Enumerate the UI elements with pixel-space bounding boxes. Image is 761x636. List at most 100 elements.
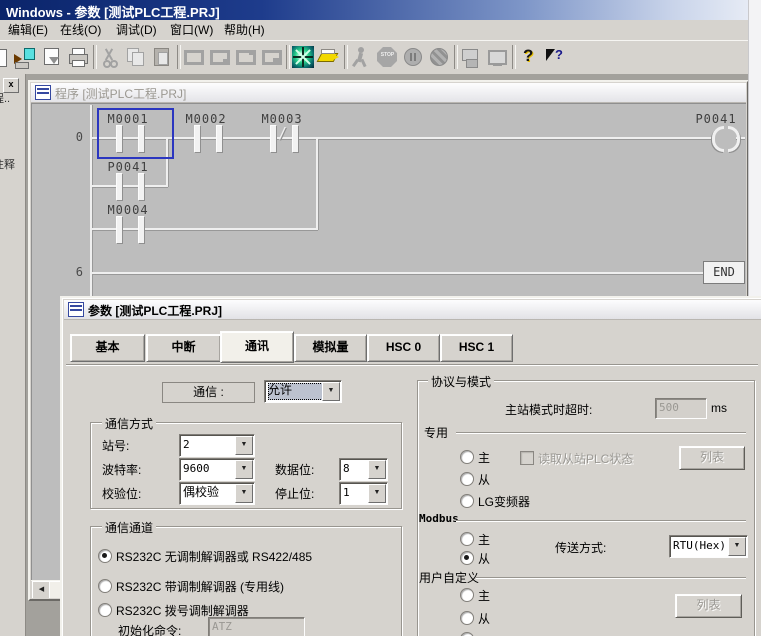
compile-icon[interactable]	[291, 45, 316, 70]
radio-lg-inverter[interactable]	[460, 494, 474, 508]
tab-communication[interactable]: 通讯	[220, 331, 294, 363]
ladder-block-icon[interactable]	[259, 45, 284, 70]
contact-m0001[interactable]	[116, 125, 123, 153]
window-titlebar[interactable]: Windows - 参数 [测试PLC工程.PRJ]	[0, 0, 748, 20]
init-cmd-input[interactable]: ATZ	[208, 617, 305, 636]
comm-enable-select[interactable]: 允许 ▼	[264, 380, 342, 403]
tab-hsc0[interactable]: HSC 0	[367, 334, 440, 362]
radio-dedicated-slave[interactable]	[460, 472, 474, 486]
contact-m0003[interactable]	[270, 125, 277, 153]
timeout-label: 主站模式时超时:	[505, 401, 592, 418]
tab-hsc1[interactable]: HSC 1	[440, 334, 513, 362]
parity-select[interactable]: 偶校验 ▼	[179, 482, 255, 505]
paste-icon[interactable]	[149, 45, 174, 70]
transfer-mode-select[interactable]: RTU(Hex) ▼	[669, 535, 748, 558]
radio-rs232c-null-modem[interactable]	[98, 549, 112, 563]
ladder-contact-icon[interactable]	[181, 45, 206, 70]
radio-rs232c-modem[interactable]	[98, 579, 112, 593]
contact-m0004[interactable]	[138, 216, 145, 244]
stop-bits-select[interactable]: 1 ▼	[339, 482, 388, 505]
output-coil[interactable]	[712, 126, 724, 152]
user-list-button[interactable]: 列表	[675, 594, 742, 618]
ladder-wire-branch-p0041	[92, 185, 168, 187]
station-dropdown-button[interactable]: ▼	[235, 436, 253, 455]
radio-dedicated-master[interactable]	[460, 450, 474, 464]
help-icon-glyph: ?	[523, 46, 533, 66]
contact-label-m0002: M0002	[173, 112, 239, 126]
radio-user-slave[interactable]	[460, 611, 474, 625]
contact-p0041[interactable]	[138, 173, 145, 201]
new-project-icon[interactable]	[0, 45, 11, 70]
pause-icon[interactable]	[401, 45, 426, 70]
contact-m0002[interactable]	[194, 125, 201, 153]
write-to-plc-icon[interactable]	[459, 45, 484, 70]
toolbar-separator	[344, 45, 348, 69]
menu-debug[interactable]: 调试(D)	[110, 20, 163, 40]
dropdown-arrow-icon: ▼	[323, 383, 339, 399]
output-coil[interactable]	[728, 126, 740, 152]
radio-user-master[interactable]	[460, 588, 474, 602]
contact-p0041[interactable]	[116, 173, 123, 201]
open-project-icon[interactable]	[12, 45, 37, 70]
radio-modbus-slave-label: 从	[478, 550, 490, 567]
read-from-plc-icon[interactable]	[485, 45, 510, 70]
help-icon[interactable]: ?	[517, 45, 542, 70]
baud-label: 波特率:	[102, 461, 141, 478]
copy-icon[interactable]	[123, 45, 148, 70]
contact-m0004[interactable]	[116, 216, 123, 244]
stop-bits-dropdown-button[interactable]: ▼	[368, 484, 386, 503]
dedicated-label: 专用	[424, 424, 448, 441]
stop-icon[interactable]: STOP	[375, 45, 400, 70]
menu-bar: 编辑(E) 在线(O) 调试(D) 窗口(W) 帮助(H)	[0, 20, 748, 40]
menu-window[interactable]: 窗口(W)	[164, 20, 219, 40]
timeout-unit: ms	[711, 401, 727, 415]
baud-dropdown-button[interactable]: ▼	[235, 460, 253, 479]
save-project-icon[interactable]	[40, 45, 65, 70]
radio-rs232c-modem-label: RS232C 带调制解调器 (专用线)	[116, 578, 284, 595]
cut-icon[interactable]	[97, 45, 122, 70]
dedicated-list-button[interactable]: 列表	[679, 446, 745, 470]
dialog-titlebar[interactable]: 参数 [测试PLC工程.PRJ]	[64, 300, 761, 320]
contact-m0001[interactable]	[138, 125, 145, 153]
print-icon[interactable]	[66, 45, 91, 70]
data-bits-label: 数据位:	[275, 461, 314, 478]
program-window-titlebar[interactable]: 程序 [测试PLC工程.PRJ]	[31, 83, 746, 103]
coil-label-p0041: P0041	[683, 112, 746, 126]
rung-number-0: 0	[61, 130, 83, 144]
ladder-wire-branch-m0004	[92, 228, 318, 230]
run-icon[interactable]	[349, 45, 374, 70]
data-bits-dropdown-button[interactable]: ▼	[368, 460, 386, 479]
parity-dropdown-button[interactable]: ▼	[235, 484, 253, 503]
contact-m0003[interactable]	[292, 125, 299, 153]
menu-edit[interactable]: 编辑(E)	[2, 20, 54, 40]
tab-analog[interactable]: 模拟量	[294, 334, 367, 362]
end-instruction[interactable]: END	[703, 261, 745, 284]
radio-rs232c-null-modem-label: RS232C 无调制解调器或 RS422/485	[116, 548, 312, 565]
ladder-contact-b-icon[interactable]	[207, 45, 232, 70]
menu-online[interactable]: 在线(O)	[54, 20, 107, 40]
baud-value: 9600	[183, 461, 236, 478]
context-help-icon[interactable]: ?	[543, 45, 568, 70]
menu-help[interactable]: 帮助(H)	[218, 20, 271, 40]
comment-pen-icon[interactable]	[317, 45, 342, 70]
radio-modbus-slave[interactable]	[460, 551, 474, 565]
toolbar-separator	[512, 45, 516, 69]
radio-rs232c-dialup[interactable]	[98, 603, 112, 617]
timeout-input[interactable]: 500	[655, 398, 707, 419]
transfer-mode-dropdown-button[interactable]: ▼	[728, 537, 746, 556]
read-slave-status-checkbox[interactable]	[520, 451, 534, 465]
comm-enable-dropdown-button[interactable]: ▼	[322, 382, 340, 401]
context-help-glyph: ?	[555, 47, 563, 62]
radio-modbus-master[interactable]	[460, 532, 474, 546]
data-bits-select[interactable]: 8 ▼	[339, 458, 388, 481]
station-select[interactable]: 2 ▼	[179, 434, 255, 457]
tab-interrupt[interactable]: 中断	[146, 334, 221, 362]
contact-m0002[interactable]	[216, 125, 223, 153]
toolbar: STOP ?	[0, 40, 748, 76]
tab-basic[interactable]: 基本	[70, 334, 145, 362]
ladder-line-icon[interactable]	[233, 45, 258, 70]
monitor-mode-icon[interactable]	[427, 45, 452, 70]
init-cmd-label: 初始化命令:	[118, 622, 181, 636]
program-window-icon	[35, 85, 51, 100]
baud-select[interactable]: 9600 ▼	[179, 458, 255, 481]
